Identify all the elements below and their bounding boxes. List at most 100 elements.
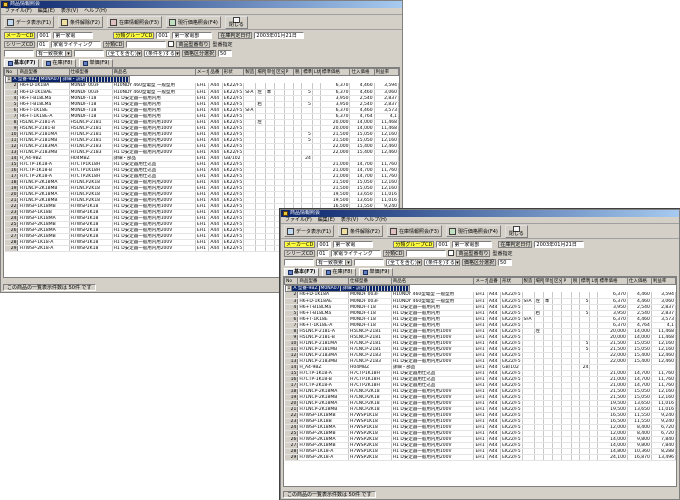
spec-input[interactable]: [354, 258, 384, 266]
price-inquiry-button[interactable]: 現行価格照会(F4): [445, 225, 501, 237]
tab-2[interactable]: 単価(F9): [79, 59, 114, 67]
column-header[interactable]: L状態: [311, 68, 321, 76]
column-header[interactable]: 仕入価格: [349, 68, 375, 76]
column-header[interactable]: 区分: [552, 277, 563, 285]
range2-select[interactable]: (条件を)する ▾: [424, 258, 460, 266]
date-input[interactable]: 2003年01月21日: [534, 240, 585, 248]
model-input[interactable]: [284, 258, 314, 266]
clear-condition-button[interactable]: 条件解除(F2): [57, 16, 103, 28]
kind-select[interactable]: 有一致検索 ▾: [316, 258, 352, 266]
maker-code-input[interactable]: 001: [37, 31, 52, 39]
column-header[interactable]: メーカー: [473, 277, 488, 285]
cell-shape: EK22/F5: [500, 340, 523, 347]
display-button[interactable]: データ表示(F1): [4, 16, 54, 28]
cell-shape: EK22/F5: [222, 191, 245, 198]
close-button[interactable]: 閉じる: [224, 15, 248, 29]
menu-item[interactable]: 表示(V): [61, 8, 78, 14]
column-header[interactable]: 標準: [578, 277, 591, 285]
column-header[interactable]: 標準価格: [597, 277, 628, 285]
model-input[interactable]: [4, 49, 34, 57]
spec-input[interactable]: [74, 49, 104, 57]
column-header[interactable]: 商品型番: [17, 68, 70, 76]
display-button[interactable]: データ表示(F1): [284, 225, 334, 237]
date-input[interactable]: 2003年01月21日: [254, 31, 305, 39]
table-row[interactable]: 1A 型番-9BZ M0NA07 詳細・説明: [284, 285, 410, 292]
column-header[interactable]: 標準価格: [319, 68, 351, 76]
group-code-input[interactable]: 001: [156, 31, 171, 39]
cell-mf: [243, 245, 257, 252]
series-label: シリーズCD: [284, 249, 316, 257]
column-header[interactable]: 品番: [208, 68, 223, 76]
product-flag-checkbox[interactable]: [448, 250, 455, 256]
cell-price: 24,100: [597, 454, 628, 461]
column-header[interactable]: 商品型番: [297, 277, 350, 285]
column-header[interactable]: 税: [570, 277, 580, 285]
column-header[interactable]: P: [561, 277, 572, 285]
column-header[interactable]: 製造: [243, 68, 257, 76]
column-header[interactable]: 商品名: [111, 68, 196, 76]
cell-loc: [534, 454, 544, 461]
tab-1[interactable]: 在庫(F8): [322, 268, 357, 276]
column-header[interactable]: 形状: [500, 277, 523, 285]
column-header[interactable]: No: [284, 277, 299, 285]
column-header[interactable]: 品番: [486, 277, 502, 285]
close-button[interactable]: 閉じる: [504, 224, 528, 238]
column-header[interactable]: L状態: [589, 277, 599, 285]
menu-item[interactable]: ヘルプ(H): [364, 217, 387, 223]
column-header[interactable]: 仕様型番: [348, 277, 392, 285]
column-header[interactable]: 仕入価格: [626, 277, 652, 285]
column-header[interactable]: 場所: [255, 68, 266, 76]
price-input[interactable]: 50: [218, 49, 233, 57]
range-select[interactable]: (全てを含む) ▾: [386, 258, 422, 266]
kind-select[interactable]: 有一致検索 ▾: [36, 49, 72, 57]
cell-shape: EK22/F5: [222, 137, 245, 144]
menu-item[interactable]: ヘルプ(H): [84, 8, 107, 14]
cell-shape: EK22/F5: [500, 430, 523, 437]
menu-item[interactable]: 編集(E): [38, 8, 55, 14]
column-header[interactable]: 税: [292, 68, 303, 76]
column-header[interactable]: 利益率: [650, 277, 676, 285]
price-input[interactable]: 50: [498, 258, 513, 266]
bunrui-input[interactable]: [126, 40, 167, 48]
column-header[interactable]: メーカー: [194, 68, 210, 76]
menu-item[interactable]: ファイル(F): [285, 217, 312, 223]
column-header[interactable]: 単位: [264, 68, 276, 76]
data-grid[interactable]: No商品型番仕様型番商品名メーカー品番形状製造場所単位区分P税標準L状態標準価格…: [283, 276, 677, 487]
chevron-down-icon: ▾: [174, 50, 179, 57]
series-code-input[interactable]: 01: [37, 40, 50, 48]
column-header[interactable]: No: [4, 68, 19, 76]
range2-select[interactable]: (条件を)する ▾: [144, 49, 180, 57]
table-row[interactable]: 29 H7WSP-2K18-A H7WSP2K18 H1 D安定器一般用内用200V E…: [284, 454, 676, 461]
stock-inquiry-button[interactable]: 在庫情報照会(F3): [106, 16, 162, 28]
cell-shape: EK22/F5: [222, 107, 245, 114]
menu-item[interactable]: ファイル(F): [5, 8, 32, 14]
column-header[interactable]: 利益率: [373, 68, 399, 76]
tab-2[interactable]: 単価(F9): [359, 268, 394, 276]
table-row[interactable]: 1A 型番-9BZ M0NA07 詳細・説明: [4, 76, 130, 83]
group-code-input[interactable]: 001: [436, 240, 451, 248]
menu-item[interactable]: 表示(V): [341, 217, 358, 223]
bunrui-input[interactable]: [406, 249, 447, 257]
clear-condition-button[interactable]: 条件解除(F2): [337, 225, 383, 237]
column-header[interactable]: 場所: [533, 277, 544, 285]
column-header[interactable]: 標準: [301, 68, 313, 76]
tab-1[interactable]: 在庫(F8): [42, 59, 77, 67]
column-header[interactable]: P: [283, 68, 295, 76]
column-header[interactable]: 仕様型番: [68, 68, 113, 76]
range-select[interactable]: (全てを含む) ▾: [106, 49, 142, 57]
tab-0[interactable]: 基本(F7): [4, 59, 40, 67]
menu-item[interactable]: 編集(E): [318, 217, 335, 223]
tab-0[interactable]: 基本(F7): [284, 268, 320, 276]
column-header[interactable]: 単位: [542, 277, 554, 285]
stock-inquiry-button[interactable]: 在庫情報照会(F3): [386, 225, 442, 237]
column-header[interactable]: 形状: [221, 68, 245, 76]
price-inquiry-button[interactable]: 現行価格照会(F4): [165, 16, 221, 28]
column-header[interactable]: 商品名: [390, 277, 475, 285]
column-header[interactable]: 区分: [274, 68, 285, 76]
filter-row-1: メーカーCD 001 第一家電 分類グループCD 001 第一家電部 在庫判定日…: [1, 31, 402, 39]
maker-code-input[interactable]: 001: [317, 240, 332, 248]
product-flag-checkbox[interactable]: [168, 41, 175, 47]
column-header[interactable]: 製造: [521, 277, 535, 285]
series-code-input[interactable]: 01: [317, 249, 330, 257]
cell-cost: 16,870: [627, 454, 652, 461]
